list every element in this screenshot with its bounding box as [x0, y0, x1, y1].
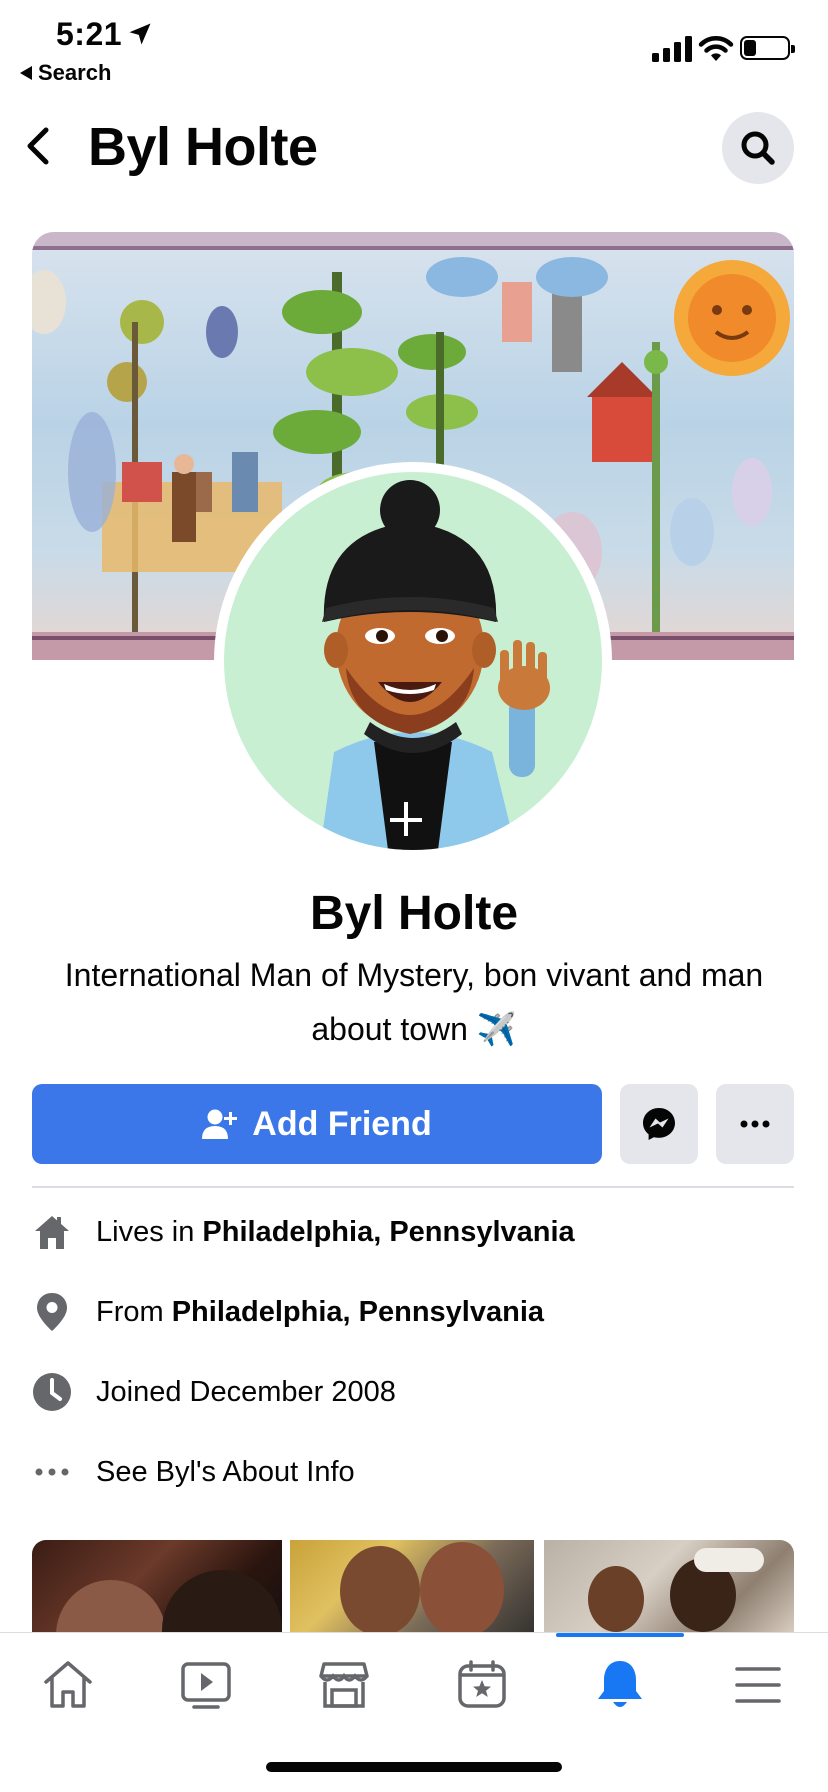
avatar-image — [320, 480, 550, 850]
active-tab-indicator — [556, 1633, 684, 1637]
status-bar: 5:21 Search — [0, 0, 828, 90]
joined-text: Joined December 2008 — [96, 1375, 396, 1408]
joined-row: Joined December 2008 — [32, 1368, 794, 1416]
back-triangle-icon — [20, 66, 32, 80]
notifications-icon — [598, 1661, 642, 1707]
tab-home[interactable] — [28, 1653, 108, 1717]
tab-marketplace[interactable] — [304, 1653, 384, 1717]
search-button[interactable] — [722, 112, 794, 184]
battery-icon — [740, 36, 795, 60]
location-arrow-icon — [129, 23, 151, 45]
profile-bio: International Man of Mystery, bon vivant… — [64, 957, 764, 1047]
wifi-icon — [698, 36, 734, 61]
profile-picture[interactable] — [214, 462, 612, 860]
pages-icon — [458, 1660, 506, 1708]
search-icon — [741, 131, 775, 165]
cellular-signal-icon — [652, 36, 692, 62]
from-location[interactable]: Philadelphia, Pennsylvania — [172, 1296, 544, 1328]
lives-in-location[interactable]: Philadelphia, Pennsylvania — [202, 1216, 574, 1248]
photos-preview — [32, 1540, 794, 1636]
status-time: 5:21 — [56, 16, 123, 52]
photo-thumbnail[interactable] — [290, 1540, 534, 1636]
profile-header: Byl Holte — [0, 96, 828, 200]
tab-notifications[interactable] — [580, 1653, 660, 1717]
tab-menu[interactable] — [718, 1653, 798, 1717]
header-title: Byl Holte — [88, 117, 318, 177]
more-options-button[interactable] — [716, 1084, 794, 1164]
add-friend-button[interactable]: Add Friend — [32, 1084, 602, 1164]
location-pin-icon — [32, 1292, 72, 1332]
profile-name: Byl Holte — [309, 887, 519, 940]
back-chevron-icon[interactable] — [20, 122, 56, 170]
marketplace-icon — [319, 1662, 369, 1708]
see-about-info-row[interactable]: See Byl's About Info — [32, 1448, 794, 1496]
photo-thumbnail[interactable] — [544, 1540, 794, 1636]
more-dots-icon — [32, 1452, 72, 1492]
see-about-info-label: See Byl's About Info — [96, 1455, 355, 1488]
more-dots-icon — [740, 1120, 770, 1128]
home-icon — [44, 1661, 92, 1708]
add-friend-label: Add Friend — [252, 1104, 432, 1143]
back-to-search-link[interactable]: Search — [20, 60, 111, 86]
from-prefix: From — [96, 1295, 172, 1328]
home-icon — [32, 1212, 72, 1252]
watch-icon — [181, 1662, 231, 1709]
add-friend-icon — [202, 1109, 238, 1139]
lives-in-prefix: Lives in — [96, 1215, 203, 1248]
clock-icon — [32, 1372, 72, 1412]
lives-in-row: Lives in Philadelphia, Pennsylvania — [32, 1208, 794, 1256]
tab-watch[interactable] — [166, 1653, 246, 1717]
photo-thumbnail[interactable] — [32, 1540, 282, 1636]
section-divider — [32, 1186, 794, 1188]
menu-icon — [735, 1667, 781, 1703]
home-indicator[interactable] — [266, 1762, 562, 1772]
tab-pages[interactable] — [442, 1653, 522, 1717]
from-row: From Philadelphia, Pennsylvania — [32, 1288, 794, 1336]
message-button[interactable] — [620, 1084, 698, 1164]
messenger-icon — [643, 1108, 675, 1140]
back-to-search-label: Search — [38, 60, 112, 85]
